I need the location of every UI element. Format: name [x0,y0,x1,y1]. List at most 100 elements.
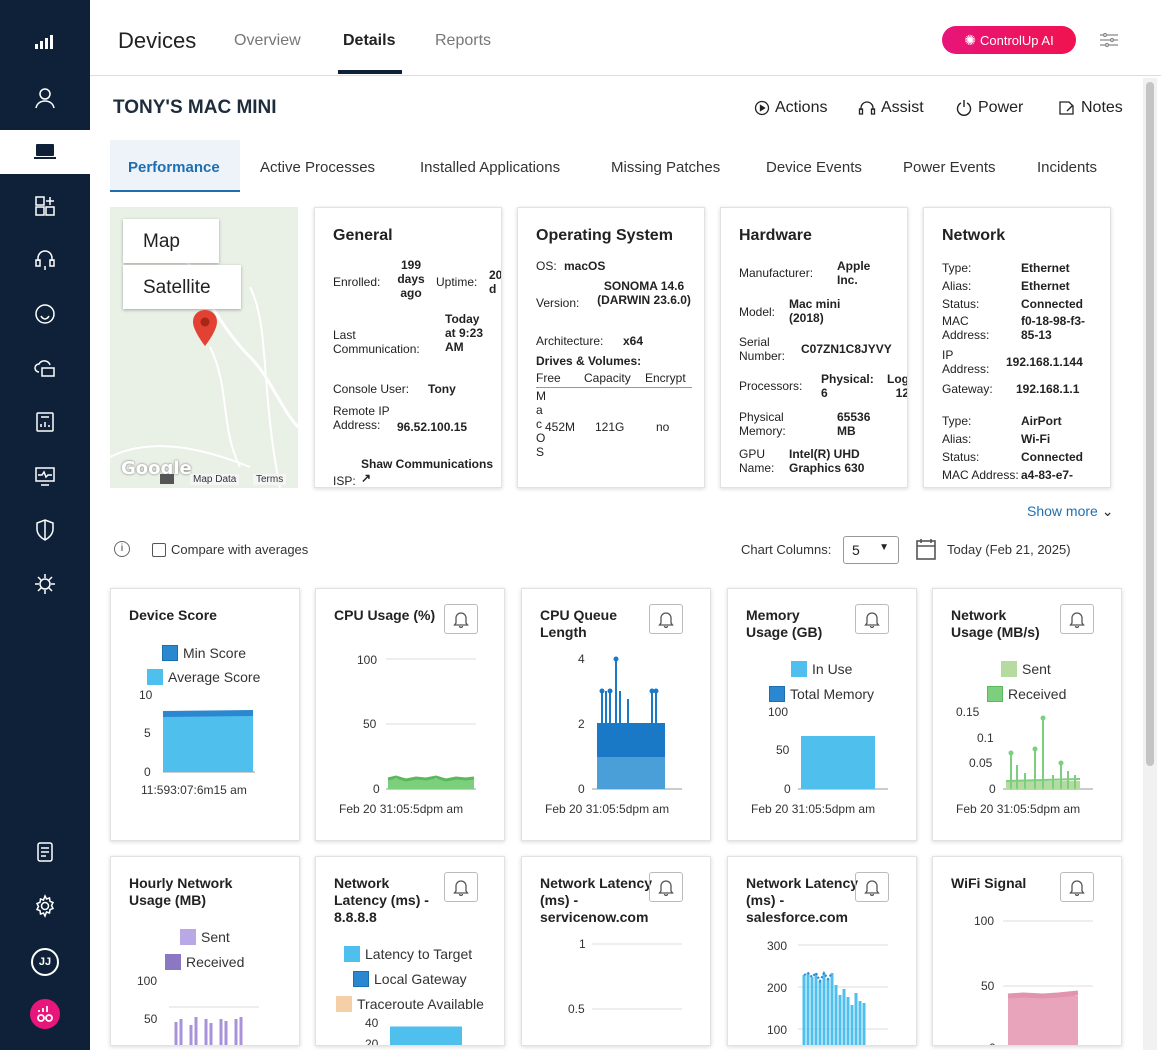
alert-bell-icon[interactable] [855,872,889,902]
monitor-pulse-icon[interactable] [0,456,90,496]
controlup-ai-button[interactable]: ✺ ControlUp AI [942,26,1076,54]
subtab-performance[interactable]: Performance [128,159,220,176]
chart-columns-label: Chart Columns: [741,542,832,557]
gpu-label: GPU Name: [739,447,775,475]
chart-title: Network Usage (MB/s) [951,607,1040,640]
headset-icon[interactable] [0,240,90,280]
power-button[interactable]: Power [955,99,1023,117]
alert-bell-icon[interactable] [1060,872,1094,902]
legend-latency-to-target[interactable]: Latency to Target [344,946,472,962]
notes-button[interactable]: Notes [1058,99,1123,117]
tab-details[interactable]: Details [343,32,395,50]
tab-overview[interactable]: Overview [234,32,301,50]
alert-bell-icon[interactable] [1060,604,1094,634]
devices-icon[interactable] [0,130,90,174]
actions-button[interactable]: Actions [754,99,827,117]
latency-servicenow-plot [592,943,682,1010]
note-edit-icon [1059,101,1074,115]
y-tick: 5 [144,726,151,740]
latency-salesforce-plot [798,944,888,1045]
alert-bell-icon[interactable] [649,872,683,902]
y-tick: 0 [989,782,996,796]
y-tick: 10 [139,688,153,702]
logo-icon[interactable] [0,22,90,62]
spinner-gear-icon[interactable] [0,564,90,604]
isp-value[interactable]: Shaw Communications ↗ [361,457,501,485]
alert-bell-icon[interactable] [444,872,478,902]
chart-title: Hourly Network Usage (MB) [129,875,233,908]
legend-sent[interactable]: Sent [1001,661,1051,677]
network-labels-1: Type: Alias: Status: [942,261,980,311]
shield-icon[interactable] [0,510,90,550]
enrolled-label: Enrolled: [333,275,381,289]
subtab-active-processes[interactable]: Active Processes [260,159,375,176]
smiley-icon[interactable] [0,294,90,334]
external-link-icon[interactable]: ↗ [361,471,371,485]
alert-bell-icon[interactable] [444,604,478,634]
power-label: Power [978,99,1024,116]
map-terms-link[interactable]: Terms [253,474,287,485]
chart-network-usage: Network Usage (MB/s) Sent Received 0.15 … [932,588,1122,841]
legend-sent[interactable]: Sent [180,929,230,945]
info-icon[interactable]: i [114,541,130,557]
subtab-power-events[interactable]: Power Events [903,159,996,176]
cloud-device-icon[interactable] [0,348,90,388]
isp-label: ISP: [333,474,356,488]
device-score-plot [162,710,255,773]
y-tick: 40 [365,1016,379,1030]
chart-columns-select[interactable]: 5 ▼ [843,536,899,564]
document-icon[interactable] [0,832,90,872]
subtab-incidents[interactable]: Incidents [1037,159,1097,176]
settings-gear-icon[interactable] [0,886,90,926]
controlup-logo-icon[interactable] [0,994,90,1034]
subtab-installed-applications[interactable]: Installed Applications [420,159,560,176]
hardware-card: Hardware Manufacturer: Apple Inc. Model:… [720,207,908,488]
subtab-device-events[interactable]: Device Events [766,159,862,176]
alert-bell-icon[interactable] [855,604,889,634]
show-more-link[interactable]: Show more ⌄ [1027,503,1113,520]
processors-physical: Physical: 6 [821,372,874,400]
legend-received[interactable]: Received [165,954,244,970]
drives-header-encrypt: Encrypt [645,371,686,385]
subtab-missing-patches[interactable]: Missing Patches [611,159,720,176]
legend-total-memory[interactable]: Total Memory [769,686,874,702]
tab-reports[interactable]: Reports [435,32,491,50]
drive-name: MacOS [536,389,546,459]
ip-label: IP Address: [942,348,990,376]
map-data-link[interactable]: Map Data [190,474,240,485]
apps-add-icon[interactable] [0,186,90,226]
legend-local-gateway[interactable]: Local Gateway [353,971,467,987]
date-label[interactable]: Today (Feb 21, 2025) [947,542,1071,557]
legend-average-score[interactable]: Average Score [147,669,260,685]
avatar[interactable]: JJ [0,942,90,982]
model-value: Mac mini (2018) [789,297,841,325]
y-tick: 0.1 [977,731,994,745]
model-label: Model: [739,305,776,319]
map-view-button[interactable]: Map [123,219,219,263]
assist-button[interactable]: Assist [858,99,924,117]
y-tick: 0 [989,1041,996,1045]
y-tick: 0 [144,765,151,779]
play-circle-icon [754,100,770,116]
location-map[interactable]: Map Satellite Google Map Data Terms [110,207,298,488]
processors-logical: Log 12 [887,372,908,400]
scrollbar-thumb[interactable] [1146,82,1154,766]
mac-label-1: MAC Address: [942,314,990,342]
calendar-icon[interactable] [916,538,936,563]
keyboard-icon[interactable] [160,474,174,484]
gateway-value: 192.168.1.1 [1016,382,1080,396]
compare-checkbox[interactable] [152,543,166,557]
satellite-view-button[interactable]: Satellite [123,265,241,309]
legend-in-use[interactable]: In Use [791,661,852,677]
y-tick: 300 [767,939,788,953]
serial-value: C07ZN1C8JYVY [801,342,892,356]
legend-traceroute-available[interactable]: Traceroute Available [336,996,484,1012]
filter-settings-icon[interactable] [1098,30,1120,55]
legend-received[interactable]: Received [987,686,1066,702]
console-user-value: Tony [428,382,456,396]
chart-wifi-signal: WiFi Signal 100 50 0 [932,856,1122,1046]
user-icon[interactable] [0,78,90,118]
report-icon[interactable] [0,402,90,442]
legend-min-score[interactable]: Min Score [162,645,246,661]
alert-bell-icon[interactable] [649,604,683,634]
